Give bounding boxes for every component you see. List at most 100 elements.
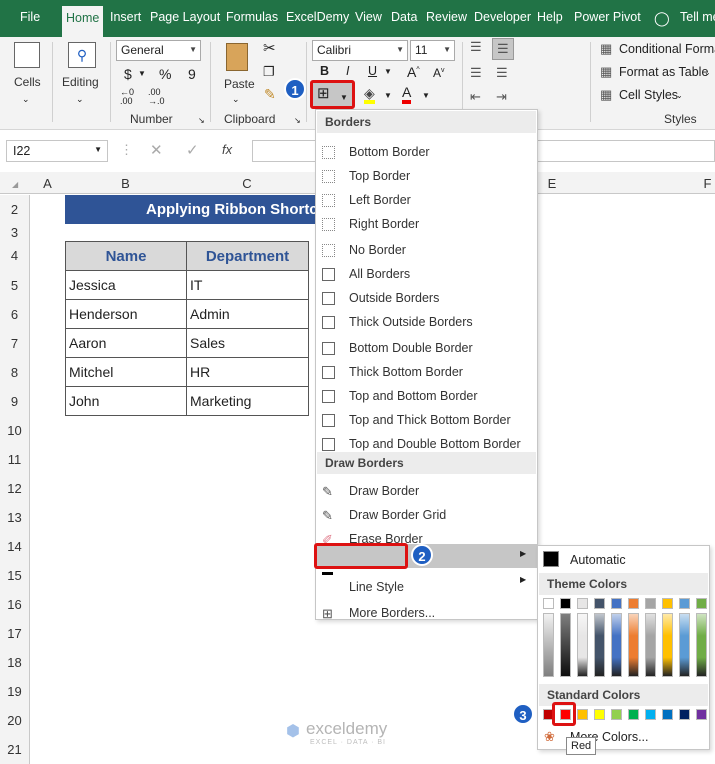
select-all-icon[interactable]: ◢ [12,180,18,189]
align-center-icon[interactable]: ☰ [496,66,508,80]
decrease-decimal-button[interactable]: .00 →.0 [148,88,165,106]
increase-font-button[interactable]: A^ [407,64,420,80]
cell-styles-button[interactable]: Cell Styles [619,88,678,102]
italic-button[interactable]: I [346,64,349,78]
editing-button[interactable]: Editing [62,75,99,89]
row-header[interactable]: 8 [0,358,30,387]
column-header[interactable]: F [700,176,715,191]
menu-item-right-border[interactable]: Right Border [349,217,419,231]
theme-color-swatch[interactable] [645,598,656,609]
menu-item-thick-bottom-border[interactable]: Thick Bottom Border [349,365,463,379]
theme-color-swatch[interactable] [628,598,639,609]
row-header[interactable]: 5 [0,271,30,300]
theme-color-swatch[interactable] [594,598,605,609]
theme-color-shades[interactable] [662,613,673,677]
standard-color-swatch[interactable] [662,709,673,720]
table-cell[interactable]: Aaron [65,328,187,358]
tab-power-pivot[interactable]: Power Pivot [574,10,641,24]
tab-file[interactable]: File [20,10,40,24]
standard-color-swatch[interactable] [696,709,707,720]
copy-icon[interactable]: ❐ [263,65,275,79]
row-header[interactable]: 17 [0,619,30,648]
decrease-font-button[interactable]: Av [433,66,445,80]
automatic-swatch[interactable] [543,551,559,567]
menu-item-top-and-thick-bottom-border[interactable]: Top and Thick Bottom Border [349,413,511,427]
menu-item-thick-outside-borders[interactable]: Thick Outside Borders [349,315,473,329]
menu-item-draw-border[interactable]: Draw Border [349,484,419,498]
theme-color-swatch[interactable] [679,598,690,609]
menu-item-all-borders[interactable]: All Borders [349,267,410,281]
tab-data[interactable]: Data [391,10,417,24]
table-cell[interactable]: Henderson [65,299,187,329]
menu-item-bottom-border[interactable]: Bottom Border [349,145,430,159]
format-as-table-button[interactable]: Format as Table [619,65,708,79]
conditional-formatting-button[interactable]: Conditional Formatting [619,42,715,56]
percent-button[interactable]: % [159,66,171,82]
tab-view[interactable]: View [355,10,382,24]
row-header[interactable]: 4 [0,241,30,271]
row-header[interactable]: 19 [0,677,30,706]
table-cell[interactable]: IT [186,270,309,300]
row-header[interactable]: 16 [0,590,30,619]
cut-icon[interactable]: ✂ [263,41,276,56]
table-header-cell[interactable]: Department [186,241,309,271]
cells-button[interactable]: Cells [14,75,41,89]
row-header[interactable]: 2 [0,195,30,224]
table-cell[interactable]: John [65,386,187,416]
standard-color-swatch[interactable] [628,709,639,720]
cancel-icon[interactable]: ✕ [150,141,163,159]
theme-color-shades[interactable] [611,613,622,677]
automatic-option[interactable]: Automatic [570,553,626,567]
tab-help[interactable]: Help [537,10,563,24]
tab-insert[interactable]: Insert [110,10,141,24]
table-cell[interactable]: Admin [186,299,309,329]
table-cell[interactable]: Jessica [65,270,187,300]
increase-indent-icon[interactable]: ⇥ [496,90,507,104]
row-header[interactable]: 14 [0,532,30,561]
column-header[interactable]: A [30,176,65,191]
row-header[interactable]: 7 [0,329,30,358]
theme-color-shades[interactable] [543,613,554,677]
row-header[interactable]: 13 [0,503,30,532]
row-header[interactable]: 12 [0,474,30,503]
table-header-cell[interactable]: Name [65,241,187,271]
menu-item-outside-borders[interactable]: Outside Borders [349,291,439,305]
row-header[interactable]: 3 [0,224,30,241]
row-header[interactable]: 18 [0,648,30,677]
enter-icon[interactable]: ✓ [186,141,199,159]
row-header[interactable]: 6 [0,300,30,329]
theme-color-shades[interactable] [645,613,656,677]
format-painter-icon[interactable]: ✎ [264,87,276,101]
align-left-icon[interactable]: ☰ [470,66,482,80]
row-header[interactable]: 21 [0,735,30,764]
align-middle-button[interactable]: ☰ [492,38,514,60]
menu-item-line-style[interactable]: Line Style [349,580,404,594]
menu-item-top-and-bottom-border[interactable]: Top and Bottom Border [349,389,478,403]
theme-color-shades[interactable] [594,613,605,677]
standard-color-swatch[interactable] [594,709,605,720]
menu-item-left-border[interactable]: Left Border [349,193,411,207]
standard-color-swatch[interactable] [645,709,656,720]
table-cell[interactable]: Mitchel [65,357,187,387]
menu-item-top-border[interactable]: Top Border [349,169,410,183]
table-cell[interactable]: Sales [186,328,309,358]
theme-color-shades[interactable] [679,613,690,677]
column-header[interactable]: C [186,176,308,191]
table-cell[interactable]: HR [186,357,309,387]
font-name-select[interactable]: Calibri ▼ [312,40,408,61]
theme-color-swatch[interactable] [577,598,588,609]
menu-item-no-border[interactable]: No Border [349,243,406,257]
fill-color-icon[interactable]: ◈ [364,86,375,104]
underline-button[interactable]: U [368,64,377,78]
insert-function-button[interactable]: fx [222,142,232,157]
standard-color-swatch[interactable] [679,709,690,720]
row-header[interactable]: 20 [0,706,30,735]
row-header[interactable]: 11 [0,445,30,474]
theme-color-shades[interactable] [577,613,588,677]
tab-page-layout[interactable]: Page Layout [150,10,220,24]
theme-color-swatch[interactable] [662,598,673,609]
row-header[interactable]: 10 [0,416,30,445]
tab-tell-me[interactable]: Tell me [680,10,715,24]
paste-button[interactable]: Paste [224,77,255,91]
font-color-button[interactable]: A [402,84,412,104]
